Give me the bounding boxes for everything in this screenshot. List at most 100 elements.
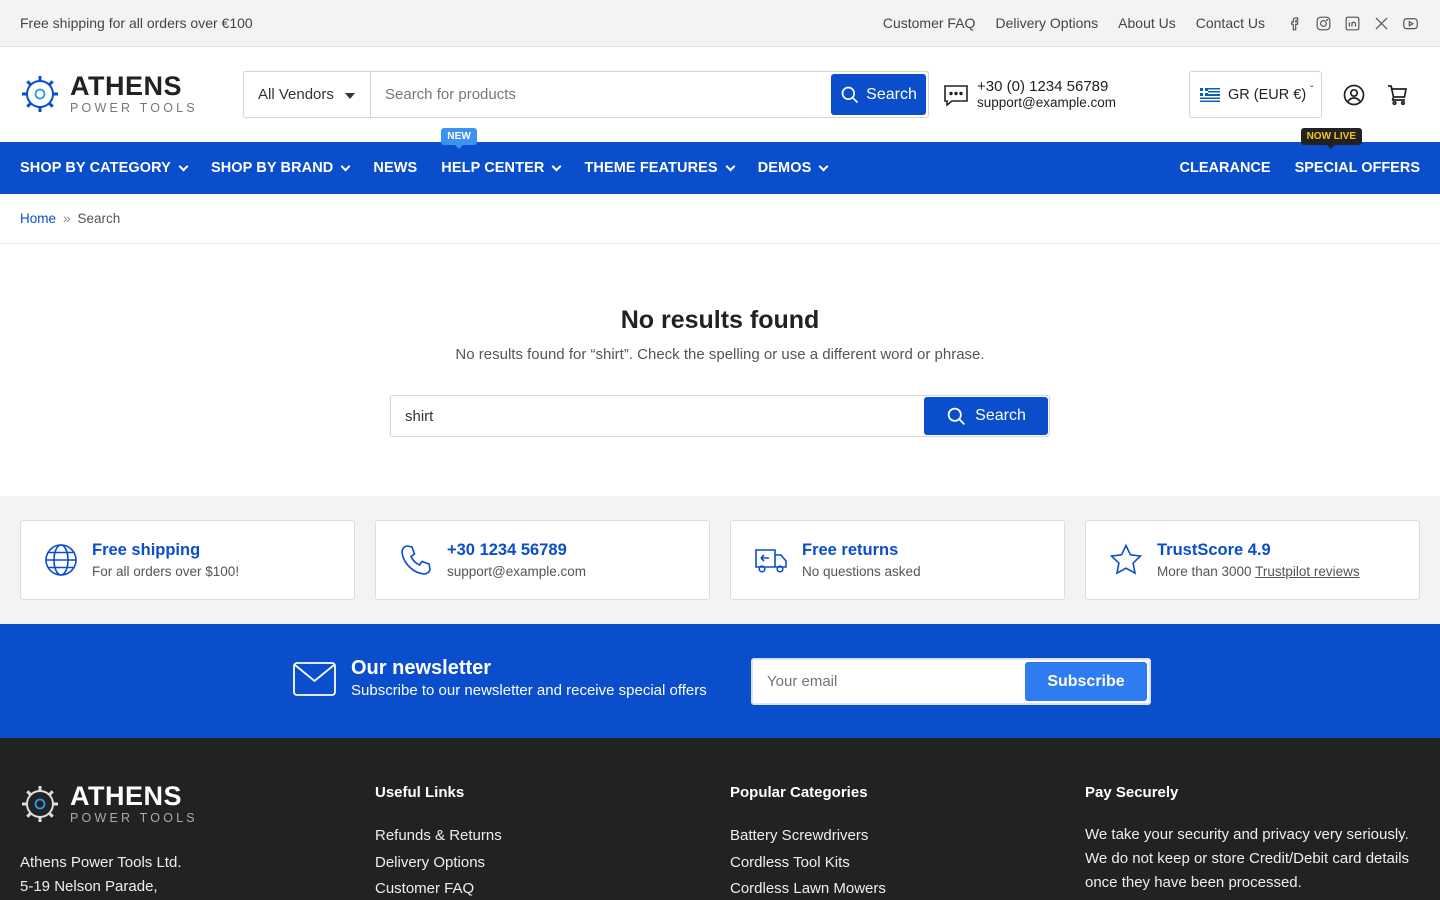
feature-free-returns: Free returns No questions asked — [730, 520, 1065, 600]
footer-link[interactable]: Cordless Lawn Mowers — [730, 876, 886, 900]
new-badge: NEW — [441, 128, 477, 149]
results-search-form: Search — [390, 395, 1050, 437]
nav-clearance[interactable]: CLEARANCE — [1180, 160, 1271, 176]
link-delivery-options[interactable]: Delivery Options — [995, 15, 1098, 31]
facebook-icon[interactable] — [1285, 14, 1304, 33]
chevron-down-icon — [551, 161, 562, 171]
truck-return-icon — [755, 549, 787, 573]
footer-heading: Popular Categories — [730, 784, 868, 801]
header-search: All Vendors Search — [243, 71, 929, 118]
search-button-label: Search — [866, 85, 917, 103]
search-icon — [947, 407, 966, 425]
breadcrumb-home[interactable]: Home — [20, 211, 56, 226]
feature-title[interactable]: +30 1234 56789 — [447, 541, 586, 560]
site-logo[interactable]: ATHENS POWER TOOLS — [20, 73, 198, 115]
footer-logo[interactable]: ATHENS POWER TOOLS — [20, 783, 198, 825]
chevron-down-icon — [340, 161, 351, 171]
footer-link[interactable]: Battery Screwdrivers — [730, 823, 886, 850]
footer-link[interactable]: Delivery Options — [375, 850, 502, 877]
newsletter-email-input[interactable] — [753, 660, 1023, 703]
nav-label: SPECIAL OFFERS — [1294, 160, 1420, 176]
header-email[interactable]: support@example.com — [977, 95, 1116, 111]
nav-help-center[interactable]: NEW HELP CENTER — [441, 128, 562, 176]
results-search-input[interactable] — [391, 396, 923, 436]
footer-heading: Pay Securely — [1085, 784, 1179, 801]
top-bar: Free shipping for all orders over €100 C… — [0, 0, 1440, 47]
footer-useful-links: Useful Links Refunds & Returns Delivery … — [375, 784, 502, 900]
newsletter-title: Our newsletter — [351, 657, 492, 679]
nav-shop-by-category[interactable]: SHOP BY CATEGORY — [20, 160, 189, 176]
nav-demos[interactable]: DEMOS — [758, 160, 829, 176]
nav-label: NEWS — [373, 160, 418, 176]
chevron-down-icon — [725, 161, 736, 171]
nav-news[interactable]: NEWS — [373, 160, 417, 176]
logo-subtitle: POWER TOOLS — [70, 811, 198, 825]
results-search-button[interactable]: Search — [924, 397, 1048, 435]
site-header: ATHENS POWER TOOLS All Vendors Search +3… — [0, 47, 1440, 142]
youtube-icon[interactable] — [1401, 14, 1420, 33]
x-icon[interactable] — [1372, 14, 1391, 33]
breadcrumb-current: Search — [77, 211, 121, 226]
globe-icon — [45, 544, 77, 576]
link-contact-us[interactable]: Contact Us — [1196, 15, 1265, 31]
feature-title: Free shipping — [92, 541, 201, 559]
header-phone[interactable]: +30 (0) 1234 56789 — [977, 78, 1116, 96]
feature-trustscore: TrustScore 4.9 More than 3000 Trustpilot… — [1085, 520, 1420, 600]
subscribe-button[interactable]: Subscribe — [1025, 662, 1147, 701]
currency-label: GR (EUR €) — [1228, 86, 1307, 103]
search-button[interactable]: Search — [831, 74, 926, 115]
cart-icon[interactable] — [1386, 83, 1410, 107]
nav-shop-by-brand[interactable]: SHOP BY BRAND — [210, 160, 351, 176]
link-about-us[interactable]: About Us — [1118, 15, 1176, 31]
footer-address: Athens Power Tools Ltd. 5-19 Nelson Para… — [20, 851, 181, 899]
nav-label: SHOP BY BRAND — [210, 160, 334, 176]
vendor-select[interactable]: All Vendors — [244, 72, 371, 117]
newsletter-form: Subscribe — [751, 658, 1151, 705]
footer-text: We take your security and privacy very s… — [1085, 826, 1409, 843]
nav-label: THEME FEATURES — [584, 160, 718, 176]
now-live-badge: NOW LIVE — [1300, 128, 1363, 149]
search-icon — [841, 86, 859, 103]
trustpilot-reviews-link[interactable]: Trustpilot reviews — [1255, 564, 1360, 579]
search-input[interactable] — [371, 72, 829, 117]
phone-icon — [401, 545, 431, 575]
footer-text: We do not keep or store Credit/Debit car… — [1085, 850, 1410, 867]
breadcrumb-separator: » — [63, 211, 71, 226]
feature-title: Free returns — [802, 541, 899, 559]
chevron-down-icon: ˇ — [1310, 85, 1314, 96]
nav-label: HELP CENTER — [441, 160, 545, 176]
footer-link[interactable]: Refunds & Returns — [375, 823, 502, 850]
search-results: No results found No results found for “s… — [0, 244, 1440, 496]
linkedin-icon[interactable] — [1343, 14, 1362, 33]
header-contact: +30 (0) 1234 56789 support@example.com — [942, 78, 1116, 111]
logo-title: ATHENS — [70, 781, 183, 811]
page-title: No results found — [620, 306, 820, 334]
currency-selector[interactable]: GR (EUR €) ˇ — [1189, 71, 1322, 118]
account-icon[interactable] — [1342, 83, 1366, 107]
feature-desc: No questions asked — [802, 564, 921, 579]
feature-free-shipping: Free shipping For all orders over $100! — [20, 520, 355, 600]
nav-special-offers[interactable]: NOW LIVE SPECIAL OFFERS — [1294, 128, 1420, 176]
address-line: Athens Power Tools Ltd. — [20, 854, 182, 871]
footer-link[interactable]: Customer FAQ — [375, 876, 502, 900]
footer-link[interactable]: Cordless Tool Kits — [730, 850, 886, 877]
results-search-button-label: Search — [975, 407, 1026, 424]
feature-title: TrustScore 4.9 — [1157, 541, 1271, 559]
instagram-icon[interactable] — [1314, 14, 1333, 33]
feature-desc: For all orders over $100! — [92, 564, 240, 579]
caret-down-icon — [345, 93, 355, 99]
footer-popular-categories: Popular Categories Battery Screwdrivers … — [730, 784, 886, 900]
chat-icon — [944, 84, 968, 107]
vendor-select-label: All Vendors — [258, 86, 334, 103]
address-line: 5-19 Nelson Parade, — [20, 878, 158, 895]
feature-desc: More than 3000 Trustpilot reviews — [1157, 564, 1360, 579]
nav-label: SHOP BY CATEGORY — [20, 160, 171, 176]
feature-desc[interactable]: support@example.com — [447, 564, 586, 579]
link-customer-faq[interactable]: Customer FAQ — [883, 15, 976, 31]
feature-phone: +30 1234 56789 support@example.com — [375, 520, 710, 600]
star-icon — [1109, 543, 1143, 575]
footer-heading: Useful Links — [375, 784, 465, 801]
nav-theme-features[interactable]: THEME FEATURES — [584, 160, 736, 176]
gear-logo-icon — [22, 785, 58, 822]
chevron-down-icon — [818, 161, 829, 171]
